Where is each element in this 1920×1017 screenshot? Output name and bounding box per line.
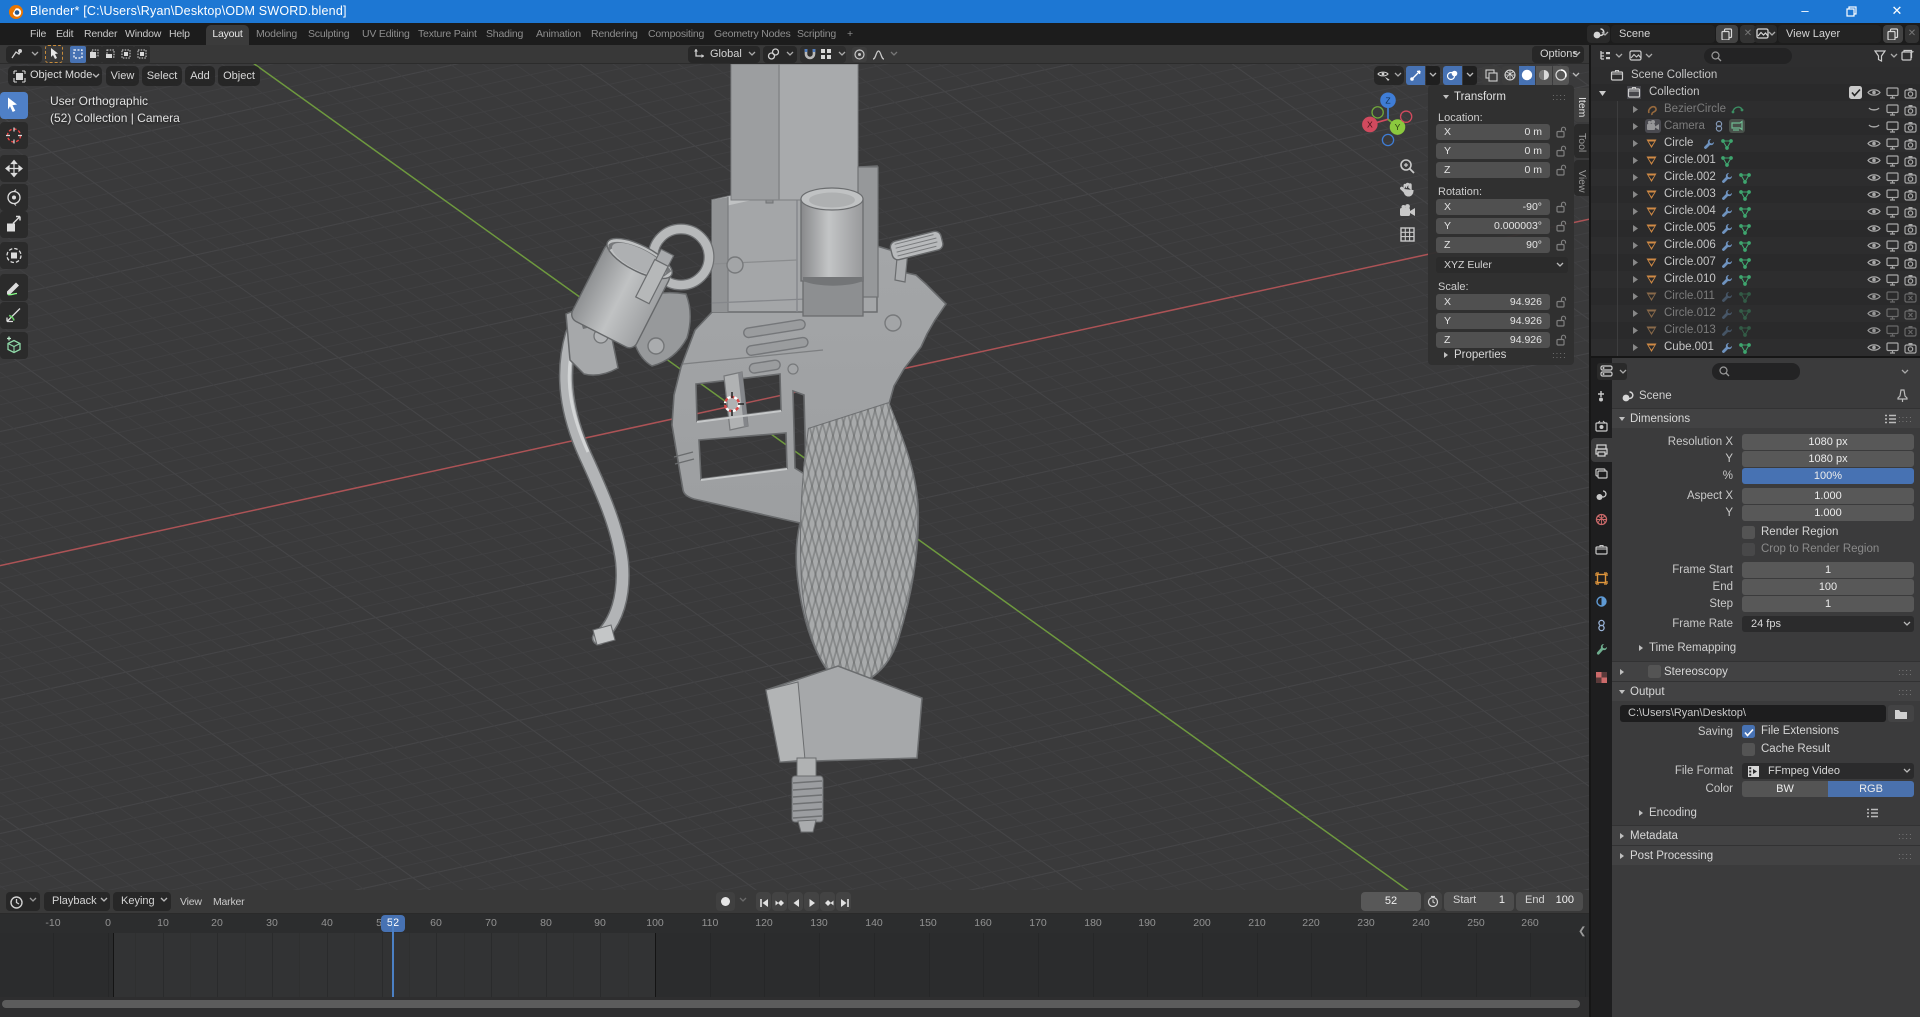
svg-text:Y: Y [1395, 122, 1401, 132]
svg-text:Z: Z [1385, 95, 1390, 105]
svg-text:X: X [1367, 119, 1373, 129]
